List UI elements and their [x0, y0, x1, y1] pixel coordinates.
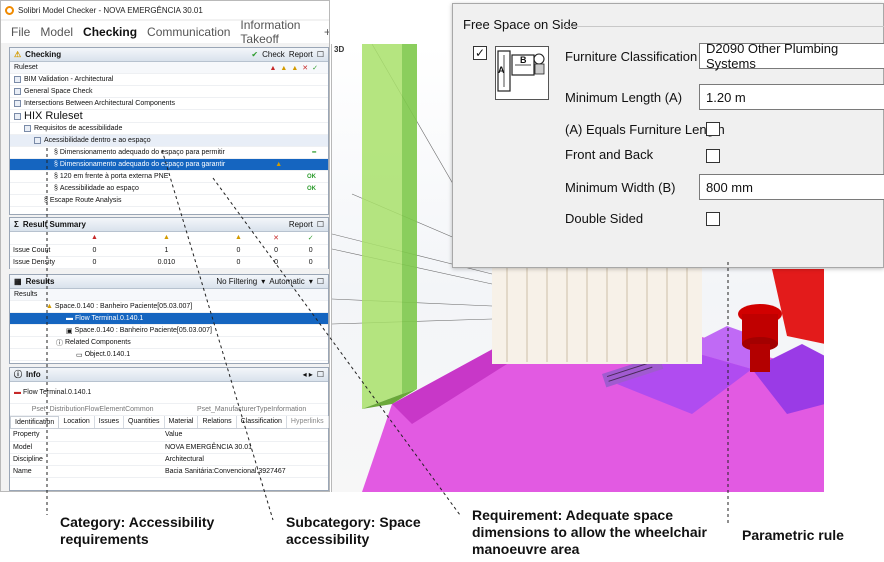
- callout-leader-lines: [46, 148, 729, 525]
- requirement-leader-line: [212, 177, 461, 516]
- subcategory-leader-line: [161, 149, 274, 521]
- category-callout: Category: Accessibility requirements: [60, 514, 215, 547]
- subcategory-callout: Subcategory: Space accessibility: [286, 514, 421, 547]
- requirement-callout: Requirement: Adequate space dimensions t…: [472, 507, 707, 557]
- parametric-callout: Parametric rule: [742, 527, 844, 543]
